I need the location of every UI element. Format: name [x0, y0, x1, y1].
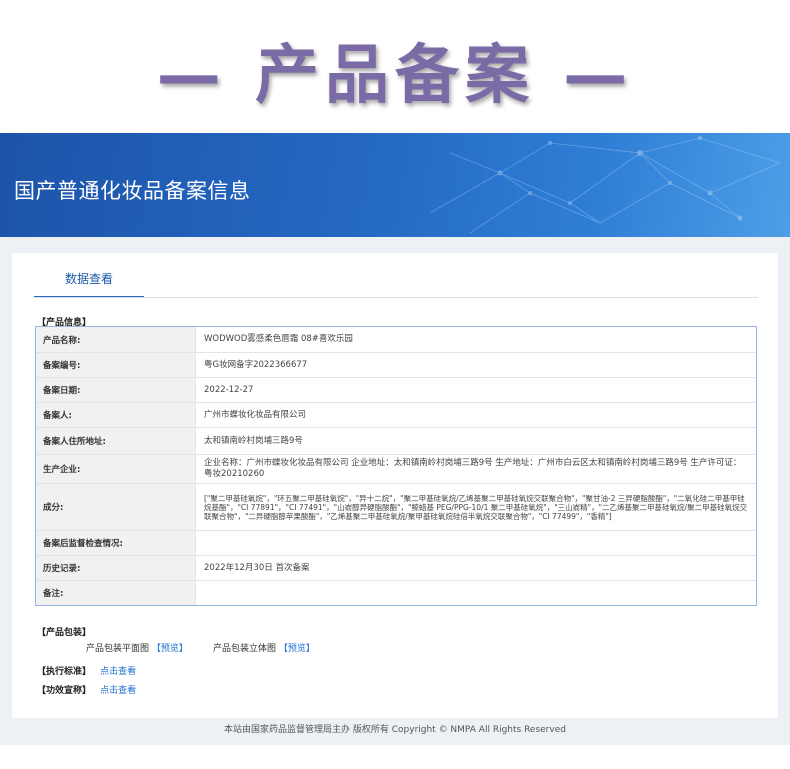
row-label: 生产企业:	[36, 455, 196, 483]
banner-title: 国产普通化妆品备案信息	[14, 179, 251, 203]
network-decoration-icon	[429, 136, 781, 234]
row-label: 备案人:	[36, 403, 196, 427]
table-row: 生产企业: 企业名称：广州市蝶妆化妆品有限公司 企业地址：太和镇南岭村岗埔三路9…	[36, 455, 756, 484]
package-stereo-item: 产品包装立体图 【预览】	[213, 641, 315, 654]
row-value: 2022年12月30日 首次备案	[204, 562, 310, 573]
table-row: 备案编号: 粤G妆网备字2022366677	[36, 353, 756, 378]
tab-data-view[interactable]: 数据查看	[34, 268, 144, 298]
row-value: ["聚二甲基硅氧烷"，"环五聚二甲基硅氧烷"，"异十二烷"，"聚二甲基硅氧烷/乙…	[204, 493, 748, 521]
efficacy-label: 【功效宣称】	[37, 686, 92, 696]
row-label: 备案后监督检查情况:	[36, 531, 196, 555]
packaging-section-label: 【产品包装】	[37, 628, 92, 638]
row-value: WODWOD雾感柔色唇霜 08#喜欢乐园	[204, 334, 353, 344]
row-value: 广州市蝶妆化妆品有限公司	[204, 409, 307, 420]
page-title: — 产品备案 —	[156, 39, 634, 113]
row-value	[196, 531, 756, 555]
row-label: 备案日期:	[36, 378, 196, 402]
standard-section-label: 【执行标准】 点击查看	[37, 664, 136, 677]
efficacy-section-label: 【功效宣称】 点击查看	[37, 683, 136, 696]
tab-divider	[34, 297, 758, 298]
row-value: 太和镇南岭村岗埔三路9号	[204, 435, 303, 446]
table-row: 备案人住所地址: 太和镇南岭村岗埔三路9号	[36, 428, 756, 455]
table-row: 备案人: 广州市蝶妆化妆品有限公司	[36, 403, 756, 428]
row-label: 产品名称:	[36, 327, 196, 352]
table-row: 备注:	[36, 581, 756, 605]
package-flat-item: 产品包装平面图 【预览】	[86, 641, 188, 654]
row-label: 历史记录:	[36, 556, 196, 580]
efficacy-view-link[interactable]: 点击查看	[100, 686, 136, 696]
standard-label: 【执行标准】	[37, 667, 92, 677]
hero-section: — 产品备案 —	[0, 0, 790, 130]
row-value: 企业名称：广州市蝶妆化妆品有限公司 企业地址：太和镇南岭村岗埔三路9号 生产地址…	[204, 458, 742, 479]
table-row: 备案日期: 2022-12-27	[36, 378, 756, 403]
table-row: 备案后监督检查情况:	[36, 531, 756, 556]
row-label: 备案人住所地址:	[36, 428, 196, 454]
table-row: 成分: ["聚二甲基硅氧烷"，"环五聚二甲基硅氧烷"，"异十二烷"，"聚二甲基硅…	[36, 484, 756, 531]
product-info-table: 产品名称: WODWOD雾感柔色唇霜 08#喜欢乐园 备案编号: 粤G妆网备字2…	[35, 326, 757, 606]
standard-view-link[interactable]: 点击查看	[100, 667, 136, 677]
row-label: 备注:	[36, 581, 196, 605]
table-row: 产品名称: WODWOD雾感柔色唇霜 08#喜欢乐园	[36, 327, 756, 353]
package-stereo-label: 产品包装立体图	[213, 644, 277, 654]
row-value: 2022-12-27	[204, 384, 254, 395]
package-stereo-preview-link[interactable]: 【预览】	[279, 644, 315, 654]
row-value: 粤G妆网备字2022366677	[204, 359, 308, 370]
row-label: 备案编号:	[36, 353, 196, 377]
row-value	[196, 581, 756, 605]
footer-copyright: 本站由国家药品监督管理局主办 版权所有 Copyright © NMPA All…	[224, 725, 566, 735]
table-row: 历史记录: 2022年12月30日 首次备案	[36, 556, 756, 581]
package-flat-label: 产品包装平面图	[86, 644, 150, 654]
header-banner: 国产普通化妆品备案信息	[0, 133, 790, 237]
row-label: 成分:	[36, 484, 196, 530]
package-flat-preview-link[interactable]: 【预览】	[152, 644, 188, 654]
